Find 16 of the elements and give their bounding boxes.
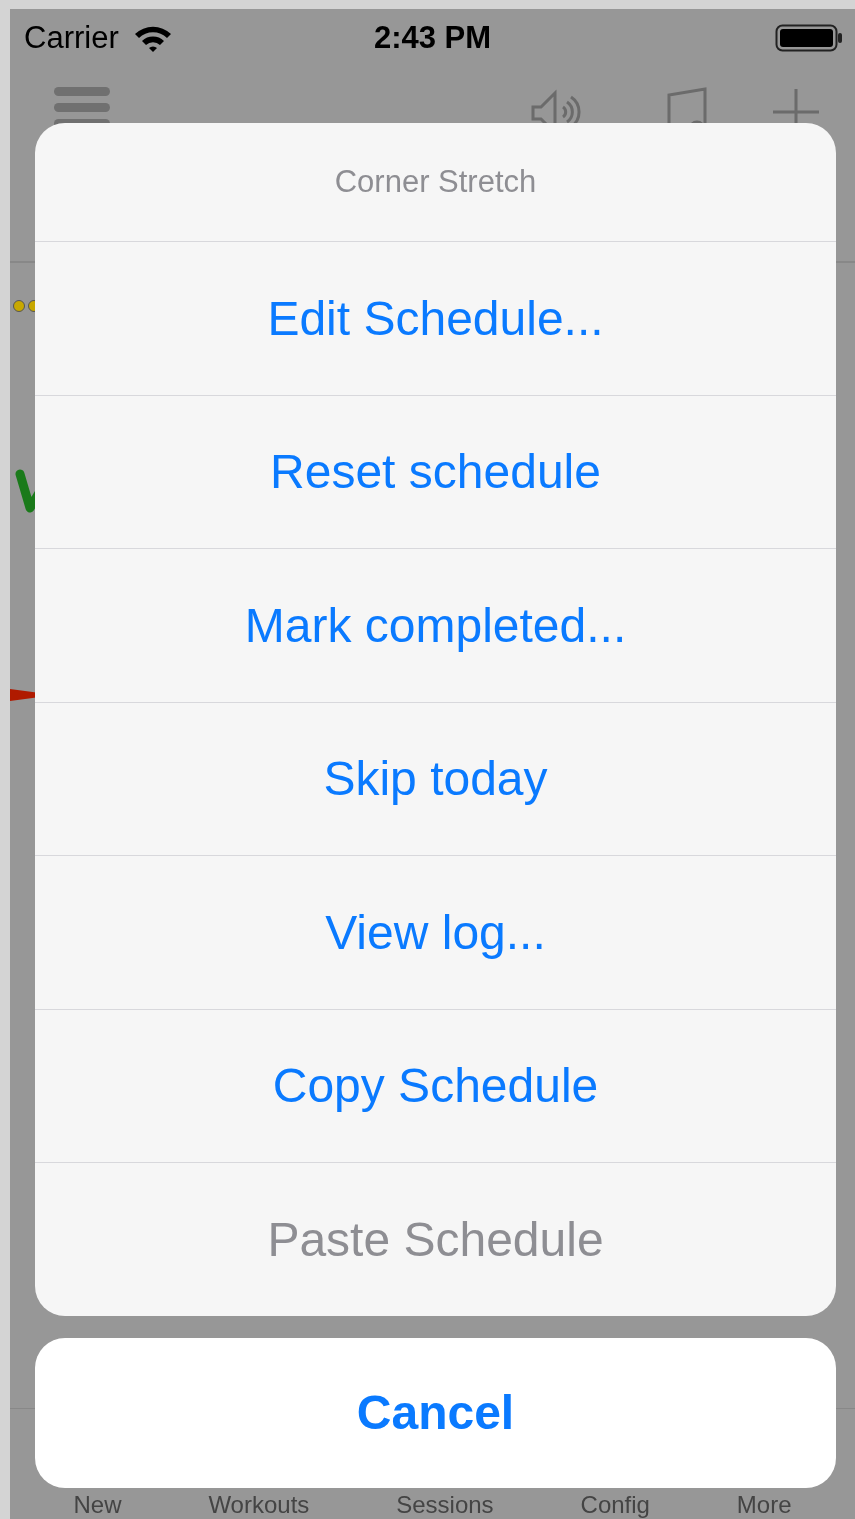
tab-bar-item[interactable]: Workouts — [208, 1492, 310, 1517]
tab-bar-item[interactable]: Config — [580, 1492, 650, 1517]
action-button[interactable]: Edit Schedule... — [35, 241, 836, 395]
tab-bar-item[interactable]: More — [736, 1492, 792, 1517]
action-button[interactable]: Mark completed... — [35, 548, 836, 702]
cancel-button[interactable]: Cancel — [35, 1337, 836, 1488]
action-button[interactable]: Copy Schedule — [35, 1008, 836, 1162]
status-time: 2:43 PM — [373, 20, 492, 56]
tab-bar-item[interactable]: New — [73, 1492, 122, 1517]
action-sheet-title: Corner Stretch — [333, 163, 538, 201]
action-button[interactable]: Skip today — [35, 701, 836, 855]
action-button[interactable]: View log... — [35, 855, 836, 1009]
carrier-name: Carrier — [24, 20, 119, 56]
battery-icon — [775, 24, 843, 52]
tab-bar-item[interactable]: Sessions — [396, 1492, 494, 1517]
action-button[interactable]: Reset schedule — [35, 394, 836, 548]
